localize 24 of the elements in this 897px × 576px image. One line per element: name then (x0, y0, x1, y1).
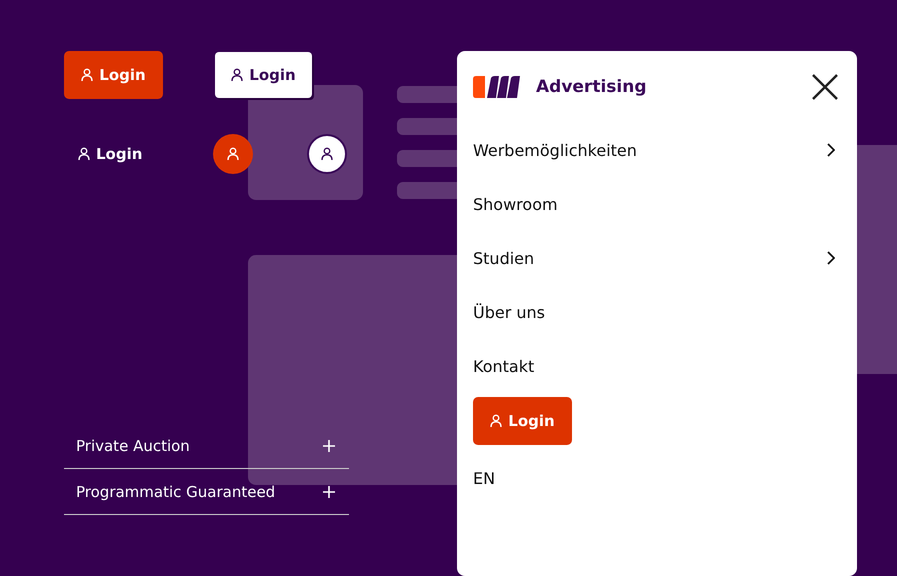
menu-item[interactable]: Showroom (473, 177, 841, 231)
accordion-label: Programmatic Guaranteed (76, 483, 276, 501)
language-link[interactable]: EN (473, 465, 496, 492)
login-button[interactable]: Login (64, 51, 163, 99)
menu-item[interactable]: Studien (473, 231, 841, 285)
menu-item[interactable]: Kontakt (473, 339, 841, 393)
user-icon (321, 146, 333, 160)
brand-name: Advertising (536, 77, 648, 97)
accordion-item[interactable]: Private Auction (64, 424, 349, 469)
user-icon (81, 68, 94, 82)
login-button[interactable]: Login (64, 132, 156, 176)
user-icon (78, 146, 90, 160)
close-icon[interactable] (812, 74, 838, 100)
accordion-label: Private Auction (76, 437, 190, 455)
login-button[interactable]: Login (215, 52, 312, 98)
login-button[interactable]: Login (473, 397, 572, 445)
login-button[interactable] (213, 134, 253, 174)
menu-item[interactable]: Werbemöglichkeiten (473, 123, 841, 177)
logo-icon (473, 76, 521, 98)
user-icon (231, 68, 244, 82)
menu-item[interactable]: Über uns (473, 285, 841, 339)
accordion-item[interactable]: Programmatic Guaranteed (64, 470, 349, 515)
user-icon (490, 414, 502, 428)
user-icon (227, 146, 239, 160)
